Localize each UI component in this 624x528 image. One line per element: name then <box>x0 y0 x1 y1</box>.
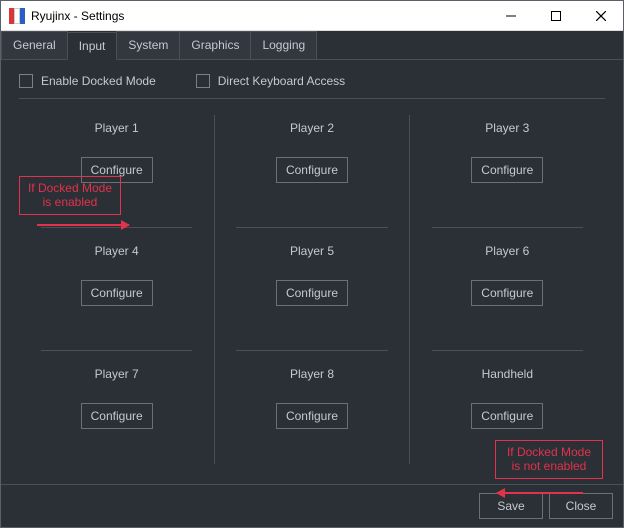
annotation-docked-on: If Docked Modeis enabled <box>19 176 121 215</box>
checkbox-label: Enable Docked Mode <box>41 74 156 88</box>
configure-player-6-button[interactable]: Configure <box>471 280 543 306</box>
footer: Save Close <box>1 484 623 527</box>
player-label: Player 4 <box>95 244 139 258</box>
minimize-button[interactable] <box>488 1 533 30</box>
annotation-docked-off: If Docked Modeis not enabled <box>495 440 603 479</box>
configure-player-5-button[interactable]: Configure <box>276 280 348 306</box>
close-button[interactable]: Close <box>549 493 613 519</box>
player-label: Player 6 <box>485 244 529 258</box>
app-icon <box>9 8 25 24</box>
player-label: Player 1 <box>95 121 139 135</box>
enable-docked-mode-checkbox[interactable]: Enable Docked Mode <box>19 74 156 88</box>
player-label: Player 2 <box>290 121 334 135</box>
configure-player-3-button[interactable]: Configure <box>471 157 543 183</box>
player-3-cell: Player 3 Configure <box>410 105 605 228</box>
player-5-cell: Player 5 Configure <box>214 228 409 351</box>
player-label: Player 8 <box>290 367 334 381</box>
configure-player-4-button[interactable]: Configure <box>81 280 153 306</box>
player-2-cell: Player 2 Configure <box>214 105 409 228</box>
players-grid: Player 1 Configure Player 2 Configure Pl… <box>19 105 605 474</box>
checkbox-row: Enable Docked Mode Direct Keyboard Acces… <box>19 74 605 88</box>
divider <box>19 98 605 99</box>
tab-logging[interactable]: Logging <box>250 31 317 59</box>
tab-input[interactable]: Input <box>67 32 118 60</box>
player-7-cell: Player 7 Configure <box>19 351 214 474</box>
player-label: Player 7 <box>95 367 139 381</box>
titlebar: Ryujinx - Settings <box>1 1 623 31</box>
annotation-arrow-icon <box>37 224 129 226</box>
annotation-arrow-icon <box>497 492 583 494</box>
configure-handheld-button[interactable]: Configure <box>471 403 543 429</box>
maximize-button[interactable] <box>533 1 578 30</box>
close-window-button[interactable] <box>578 1 623 30</box>
direct-keyboard-access-checkbox[interactable]: Direct Keyboard Access <box>196 74 345 88</box>
checkbox-label: Direct Keyboard Access <box>218 74 345 88</box>
checkbox-icon <box>196 74 210 88</box>
player-4-cell: Player 4 Configure <box>19 228 214 351</box>
input-tab-content: Enable Docked Mode Direct Keyboard Acces… <box>1 60 623 484</box>
player-8-cell: Player 8 Configure <box>214 351 409 474</box>
save-button[interactable]: Save <box>479 493 543 519</box>
tab-bar: General Input System Graphics Logging <box>1 31 623 60</box>
player-label: Player 3 <box>485 121 529 135</box>
tab-graphics[interactable]: Graphics <box>179 31 251 59</box>
window-title: Ryujinx - Settings <box>31 9 124 23</box>
tab-system[interactable]: System <box>116 31 180 59</box>
settings-window: Ryujinx - Settings General Input System … <box>0 0 624 528</box>
configure-player-7-button[interactable]: Configure <box>81 403 153 429</box>
player-6-cell: Player 6 Configure <box>410 228 605 351</box>
tab-general[interactable]: General <box>1 31 68 59</box>
configure-player-2-button[interactable]: Configure <box>276 157 348 183</box>
checkbox-icon <box>19 74 33 88</box>
player-label: Player 5 <box>290 244 334 258</box>
player-label: Handheld <box>482 367 533 381</box>
configure-player-8-button[interactable]: Configure <box>276 403 348 429</box>
